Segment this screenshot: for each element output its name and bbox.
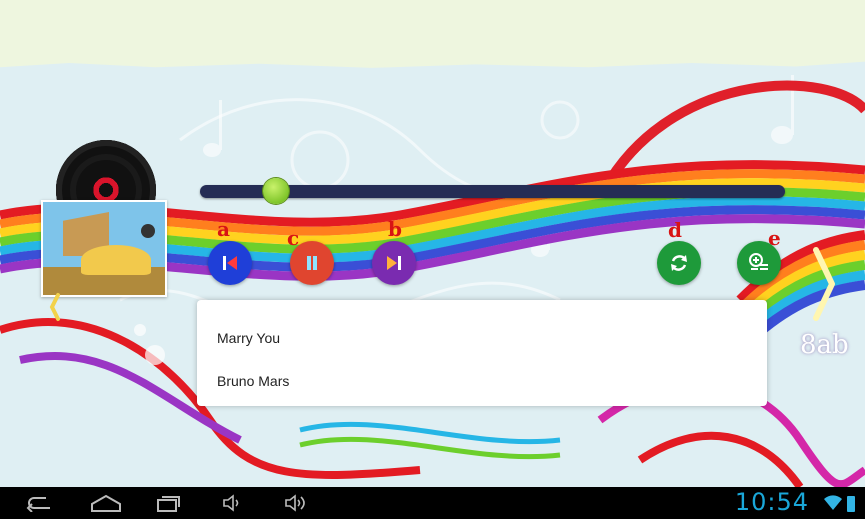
home-icon[interactable] [90, 494, 122, 512]
back-icon[interactable] [26, 494, 52, 512]
artist-name: Bruno Mars [217, 373, 290, 389]
system-navigation-bar: 10:54 [0, 487, 865, 519]
playlist-add-button[interactable] [737, 241, 781, 285]
song-title: Marry You [217, 330, 281, 346]
battery-icon [847, 496, 855, 512]
paper-header [0, 0, 865, 68]
repeat-icon [671, 255, 687, 271]
volume-up-icon[interactable] [284, 494, 310, 512]
player-screen: a c b d e 8ab Marry You Bruno Mars [0, 0, 865, 487]
status-clock: 10:54 [734, 488, 809, 516]
pause-button[interactable] [290, 241, 334, 285]
song-info-card: Marry You Bruno Mars [197, 300, 767, 406]
chevron-left-icon[interactable] [48, 292, 62, 322]
wifi-icon [824, 495, 842, 510]
recent-apps-icon[interactable] [156, 494, 182, 512]
control-label-d: d [668, 218, 682, 242]
control-label-b: b [388, 217, 402, 241]
album-art [41, 200, 167, 297]
skip-next-icon [387, 256, 401, 270]
background-label-text: 8ab [800, 330, 849, 360]
chevron-right-icon[interactable] [812, 246, 836, 322]
skip-previous-icon [223, 256, 237, 270]
control-label-a: a [217, 217, 230, 241]
next-button[interactable] [372, 241, 416, 285]
repeat-button[interactable] [657, 241, 701, 285]
pause-icon [307, 256, 317, 270]
previous-button[interactable] [208, 241, 252, 285]
volume-down-icon[interactable] [222, 494, 244, 512]
playlist-add-icon [749, 253, 768, 270]
seek-thumb[interactable] [263, 178, 290, 204]
